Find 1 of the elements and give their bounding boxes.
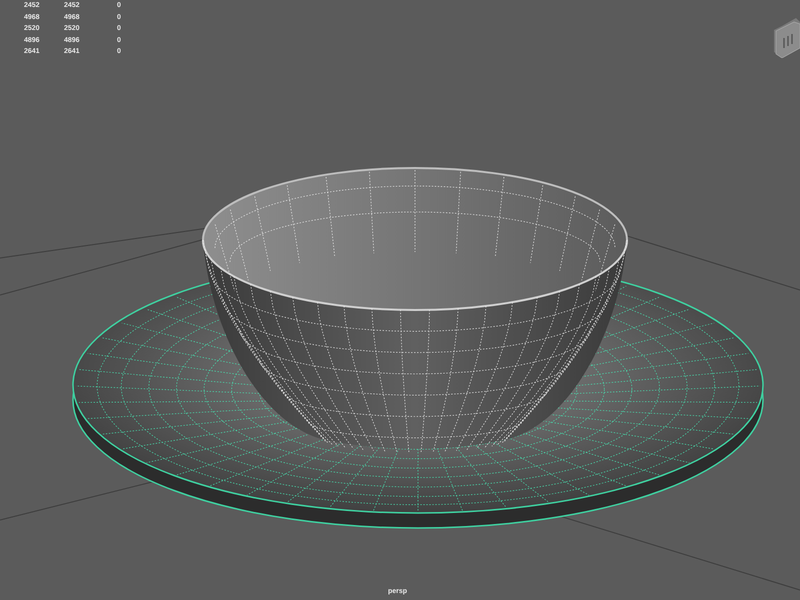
view-cube-icon[interactable] bbox=[774, 18, 800, 58]
